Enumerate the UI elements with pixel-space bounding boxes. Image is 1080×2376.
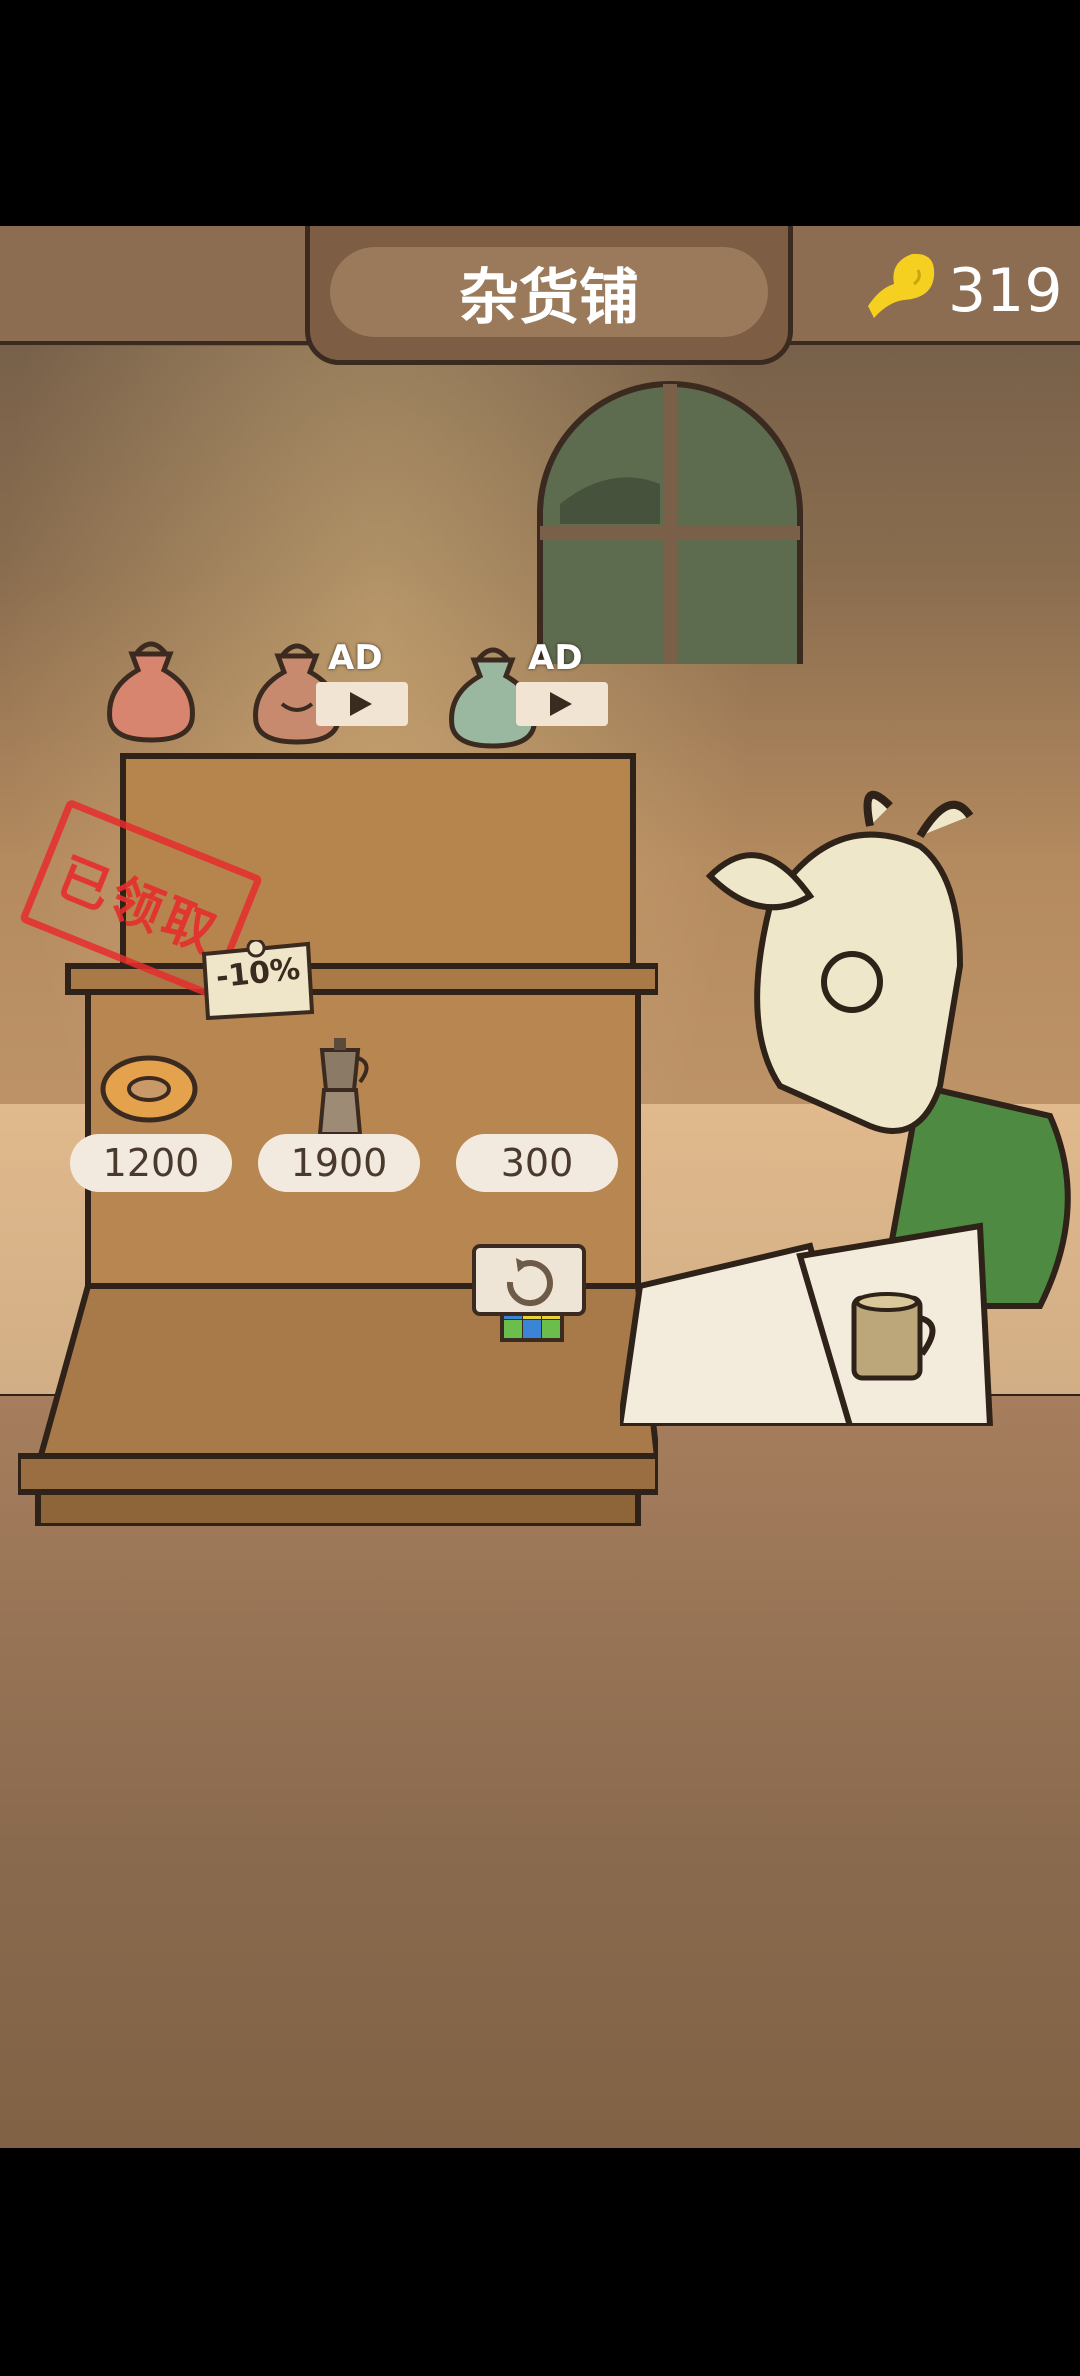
ad-label: AD bbox=[328, 638, 383, 678]
mug-icon bbox=[851, 1292, 936, 1381]
price-tag[interactable]: 1200 bbox=[70, 1134, 232, 1192]
play-icon bbox=[550, 692, 572, 716]
status-bar bbox=[0, 0, 1080, 12]
refresh-icon[interactable] bbox=[470, 1236, 588, 1318]
title-plate: 杂货铺 bbox=[305, 226, 793, 365]
play-badge bbox=[516, 682, 608, 726]
fish-icon bbox=[868, 253, 935, 318]
play-badge bbox=[316, 682, 408, 726]
ad-label: AD bbox=[528, 638, 583, 678]
ad-button[interactable]: AD bbox=[510, 638, 610, 728]
play-icon bbox=[350, 692, 372, 716]
page-title: 杂货铺 bbox=[330, 247, 768, 337]
ad-button[interactable]: AD bbox=[310, 638, 410, 728]
shop-scene: 杂货铺 319 已领取 AD AD -10% 1200 1900 300 bbox=[0, 226, 1080, 2148]
coin-count: 319 bbox=[948, 256, 1063, 326]
donut-icon[interactable] bbox=[98, 1052, 200, 1126]
price-tag[interactable]: 300 bbox=[456, 1134, 618, 1192]
moka-pot-icon[interactable] bbox=[300, 1030, 380, 1140]
price-tag[interactable]: 1900 bbox=[258, 1134, 420, 1192]
red-bag-icon[interactable] bbox=[96, 624, 206, 744]
